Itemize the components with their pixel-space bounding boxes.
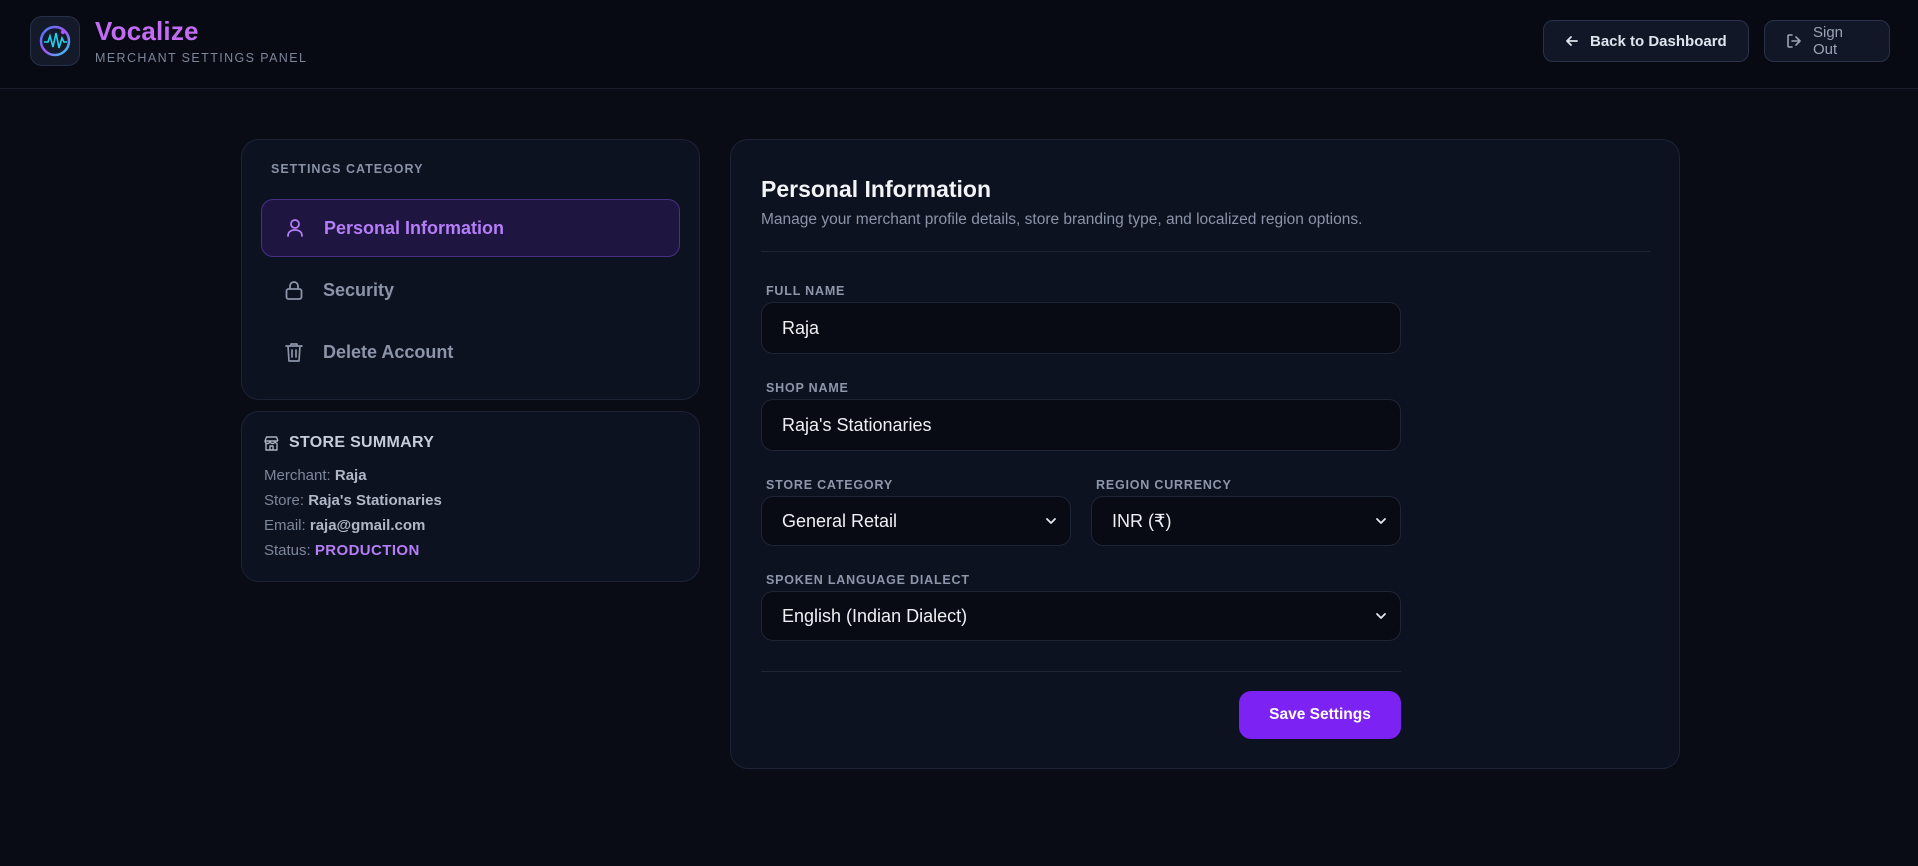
spoken-language-dialect-label: SPOKEN LANGUAGE DIALECT [766, 573, 970, 587]
sign-out-label: Sign Out [1813, 24, 1844, 58]
summary-email: Email: raja@gmail.com [264, 517, 425, 534]
back-to-dashboard-label: Back to Dashboard [1590, 32, 1727, 50]
summary-store: Store: Raja's Stationaries [264, 492, 442, 509]
divider [761, 671, 1401, 672]
sign-out-button[interactable]: Sign Out [1764, 20, 1890, 62]
store-summary-title: STORE SUMMARY [289, 434, 435, 451]
full-name-input[interactable]: Raja [761, 302, 1401, 354]
shop-name-label: SHOP NAME [766, 381, 849, 395]
shop-name-value: Raja's Stationaries [782, 414, 932, 435]
shop-name-input[interactable]: Raja's Stationaries [761, 399, 1401, 451]
settings-category-panel: SETTINGS CATEGORY Personal Information S… [241, 139, 700, 400]
page-title: Personal Information [761, 176, 992, 202]
sidebar-item-label: Security [323, 279, 395, 300]
user-icon [287, 219, 303, 237]
store-summary-panel: STORE SUMMARY Merchant: Raja Store: Raja… [241, 411, 700, 582]
store-summary-heading: STORE SUMMARY [263, 434, 434, 452]
summary-email-value: raja@gmail.com [309, 517, 426, 534]
store-category-label: STORE CATEGORY [766, 478, 893, 492]
spoken-language-dialect-value: English (Indian Dialect) [782, 605, 968, 626]
summary-status-key: Status: [264, 542, 311, 559]
chevron-down-icon [1376, 518, 1386, 524]
summary-status: Status: PRODUCTION [264, 542, 420, 559]
summary-merchant-key: Merchant: [264, 467, 331, 484]
personal-information-panel: Personal Information Manage your merchan… [730, 139, 1680, 769]
chevron-down-icon [1046, 518, 1056, 524]
summary-store-key: Store: [264, 492, 305, 509]
status-badge: PRODUCTION [314, 542, 420, 559]
summary-merchant-value: Raja [334, 467, 367, 484]
sidebar-item-personal-information[interactable]: Personal Information [261, 199, 680, 257]
spoken-language-dialect-select[interactable]: English (Indian Dialect) [761, 591, 1401, 641]
store-category-value: General Retail [782, 510, 898, 531]
region-currency-select[interactable]: INR (₹) [1091, 496, 1401, 546]
arrow-left-icon [1566, 36, 1578, 46]
store-icon [264, 435, 279, 451]
brand-subtitle: MERCHANT SETTINGS PANEL [95, 51, 308, 65]
region-currency-label: REGION CURRENCY [1096, 478, 1232, 492]
page-description: Manage your merchant profile details, st… [761, 211, 1363, 228]
summary-merchant: Merchant: Raja [264, 467, 367, 484]
full-name-value: Raja [782, 317, 820, 338]
settings-category-heading: SETTINGS CATEGORY [271, 162, 424, 176]
vocalize-logo-icon [30, 16, 80, 66]
chevron-down-icon [1376, 613, 1386, 619]
back-to-dashboard-button[interactable]: Back to Dashboard [1543, 20, 1749, 62]
sidebar-item-label: Personal Information [324, 217, 505, 238]
brand-title: Vocalize [95, 16, 199, 46]
lock-icon [285, 281, 303, 300]
sidebar-item-security[interactable]: Security [261, 261, 680, 319]
trash-icon [285, 343, 303, 362]
summary-store-value: Raja's Stationaries [308, 492, 442, 509]
sign-out-icon [1787, 34, 1801, 48]
full-name-label: FULL NAME [766, 284, 846, 298]
summary-email-key: Email: [264, 517, 306, 534]
region-currency-value: INR (₹) [1112, 510, 1172, 531]
save-settings-button[interactable]: Save Settings [1239, 691, 1401, 739]
sidebar-item-label: Delete Account [323, 341, 454, 362]
app-header: Vocalize MERCHANT SETTINGS PANEL Back to… [0, 0, 1918, 89]
divider [761, 251, 1650, 252]
store-category-select[interactable]: General Retail [761, 496, 1071, 546]
sidebar-item-delete-account[interactable]: Delete Account [261, 323, 680, 381]
